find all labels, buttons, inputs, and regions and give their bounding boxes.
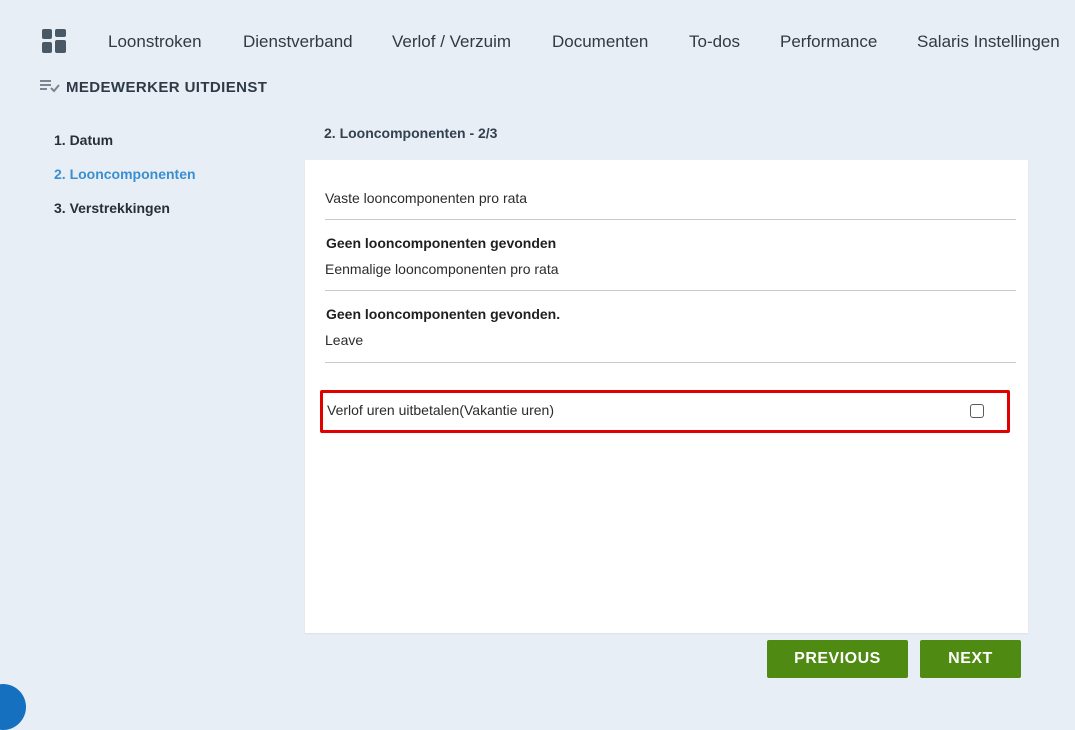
page-title: MEDEWERKER UITDIENST [66, 78, 268, 96]
nav-item-documenten[interactable]: Documenten [552, 32, 648, 52]
step-datum[interactable]: 1. Datum [54, 130, 196, 164]
step-verstrekkingen[interactable]: 3. Verstrekkingen [54, 198, 196, 232]
leave-title: Leave [325, 332, 364, 348]
onetime-components-title: Eenmalige looncomponenten pro rata [325, 261, 559, 277]
step-looncomponenten[interactable]: 2. Looncomponenten [54, 164, 196, 198]
nav-item-salaris-instellingen[interactable]: Salaris Instellingen [917, 32, 1060, 52]
top-navigation: Loonstroken Dienstverband Verlof / Verzu… [0, 0, 1075, 82]
divider [325, 362, 1016, 363]
nav-item-verlof-verzuim[interactable]: Verlof / Verzuim [392, 32, 511, 52]
payout-label: Verlof uren uitbetalen(Vakantie uren) [327, 402, 554, 418]
previous-button[interactable]: PREVIOUS [767, 640, 908, 678]
divider [325, 219, 1016, 220]
nav-item-dienstverband[interactable]: Dienstverband [243, 32, 353, 52]
next-button[interactable]: NEXT [920, 640, 1021, 678]
onetime-components-empty: Geen looncomponenten gevonden. [326, 306, 561, 322]
looncomponenten-card: Vaste looncomponenten pro rata Geen loon… [305, 160, 1028, 633]
nav-item-performance[interactable]: Performance [780, 32, 877, 52]
section-heading: 2. Looncomponenten - 2/3 [324, 125, 498, 141]
fixed-components-title: Vaste looncomponenten pro rata [325, 190, 528, 206]
fixed-components-empty: Geen looncomponenten gevonden [326, 235, 557, 251]
payout-checkbox[interactable] [970, 404, 984, 418]
divider [325, 290, 1016, 291]
nav-item-to-dos[interactable]: To-dos [689, 32, 740, 52]
payout-highlight: Verlof uren uitbetalen(Vakantie uren) [320, 390, 1010, 433]
dashboard-grid-icon[interactable] [42, 29, 66, 53]
page-header: MEDEWERKER UITDIENST [40, 74, 267, 100]
nav-item-loonstroken[interactable]: Loonstroken [108, 32, 202, 52]
list-check-icon [40, 80, 60, 93]
help-widget[interactable] [0, 684, 26, 730]
wizard-steps: 1. Datum 2. Looncomponenten 3. Verstrekk… [54, 130, 196, 232]
